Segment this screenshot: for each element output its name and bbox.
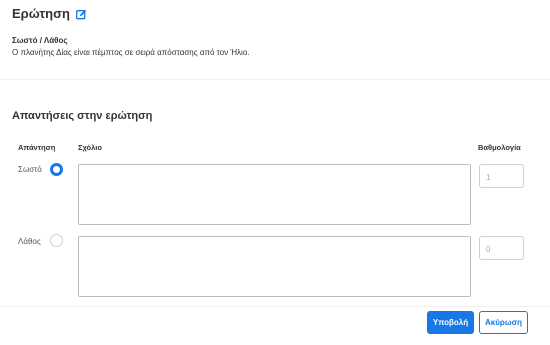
submit-button[interactable]: Υποβολή	[427, 311, 474, 334]
score-field-false[interactable]: 0	[479, 236, 524, 260]
answer-column-header: Απάντηση	[18, 143, 56, 152]
score-field-true[interactable]: 1	[479, 164, 524, 188]
question-header: Ερώτηση	[12, 6, 87, 21]
divider	[0, 306, 550, 307]
answer-radio-false[interactable]	[50, 234, 63, 247]
answer-label-true: Σωστό	[18, 165, 42, 174]
page-title: Ερώτηση	[12, 6, 70, 21]
answers-section-title: Απαντήσεις στην ερώτηση	[12, 110, 153, 122]
comment-field-false[interactable]	[78, 236, 471, 297]
edit-icon[interactable]	[75, 8, 87, 20]
answer-label-false: Λάθος	[18, 237, 41, 246]
divider	[0, 79, 550, 80]
comment-field-true[interactable]	[78, 164, 471, 225]
cancel-button[interactable]: Ακύρωση	[479, 311, 528, 334]
comment-column-header: Σχόλιο	[78, 143, 102, 152]
question-type: Σωστό / Λάθος	[12, 36, 68, 45]
answer-radio-true[interactable]	[50, 163, 63, 176]
score-column-header: Βαθμολογία	[478, 143, 521, 152]
question-text: Ο πλανήτης Δίας είναι πέμπτος σε σειρά α…	[12, 48, 250, 57]
